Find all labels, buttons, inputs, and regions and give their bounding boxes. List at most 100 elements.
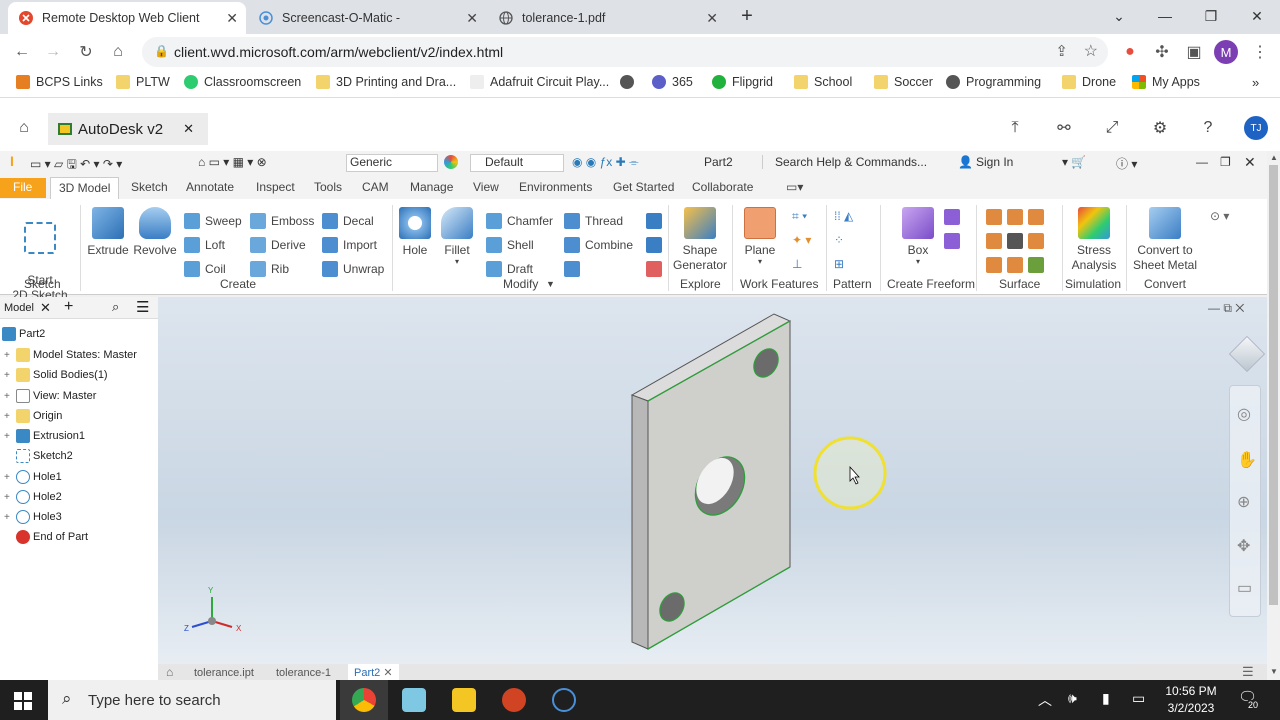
expand-icon[interactable]: +: [4, 512, 14, 523]
orbit-icon[interactable]: ✥: [1237, 536, 1250, 556]
revolve-button[interactable]: Revolve: [132, 207, 178, 257]
expand-icon[interactable]: +: [4, 391, 14, 402]
unwrap-button[interactable]: Unwrap: [322, 261, 384, 277]
tab-sketch[interactable]: Sketch: [131, 180, 168, 194]
tree-item-hole3[interactable]: + Hole3: [0, 510, 62, 524]
tab-tolerance-pdf[interactable]: tolerance-1.pdf ✕: [488, 2, 726, 34]
inv-minimize-icon[interactable]: —: [1196, 155, 1208, 169]
bookmark-bcps-links[interactable]: BCPS Links: [16, 75, 103, 89]
expand-icon[interactable]: +: [4, 492, 14, 503]
zoom-icon[interactable]: ⊕: [1237, 492, 1250, 512]
circular-pattern-button[interactable]: ⁘: [834, 233, 844, 247]
share-icon[interactable]: ⇪: [1055, 42, 1068, 60]
tree-item-hole2[interactable]: + Hole2: [0, 490, 62, 504]
loft-button[interactable]: Loft: [184, 237, 225, 253]
tab-search-icon[interactable]: ⌄: [1096, 0, 1142, 32]
bookmark-programming[interactable]: Programming: [946, 75, 1041, 89]
freeform-convert-button[interactable]: [944, 233, 965, 249]
tree-item-model-states[interactable]: + Model States: Master: [0, 348, 137, 362]
vertical-scrollbar[interactable]: ▲ ▼: [1267, 151, 1280, 680]
chamfer-button[interactable]: Chamfer: [486, 213, 553, 229]
replace-face-button[interactable]: [646, 237, 667, 253]
tab-remote-desktop[interactable]: Remote Desktop Web Client ✕: [8, 2, 246, 34]
address-bar[interactable]: 🔒 client.wvd.microsoft.com/arm/webclient…: [142, 37, 1108, 67]
extrude-button[interactable]: Extrude: [86, 207, 130, 257]
point-button[interactable]: ✦ ▾: [792, 233, 811, 247]
file-explorer-icon[interactable]: [452, 688, 476, 712]
rectangular-pattern-button[interactable]: ⁞⁞ ◭: [834, 209, 853, 223]
expand-icon[interactable]: +: [4, 370, 14, 381]
quick-access-icons[interactable]: ▭ ▾ ▱ 🖫 ↶ ▾ ↷ ▾: [30, 155, 122, 176]
tree-item-solid-bodies[interactable]: + Solid Bodies(1): [0, 368, 108, 382]
tree-item-extrusion1[interactable]: + Extrusion1: [0, 429, 85, 443]
tabs-menu-icon[interactable]: ☰: [1242, 664, 1254, 680]
doc-tab-tolerance-1[interactable]: tolerance-1: [276, 667, 331, 679]
tab-annotate[interactable]: Annotate: [186, 180, 234, 194]
expand-icon[interactable]: +: [4, 472, 14, 483]
profile-avatar[interactable]: M: [1214, 40, 1238, 64]
steering-wheel-icon[interactable]: ◎: [1237, 404, 1251, 424]
graphics-viewport[interactable]: Y Z X — ⧉ ✕ ◎ ✋ ⊕ ✥ ▭: [158, 297, 1267, 664]
tree-item-part2[interactable]: Part2: [0, 327, 45, 341]
color-wheel-icon[interactable]: [444, 155, 458, 169]
split-button[interactable]: [564, 261, 585, 277]
minimize-icon[interactable]: —: [1142, 0, 1188, 32]
thread-button[interactable]: Thread: [564, 213, 623, 229]
inv-restore-icon[interactable]: ❐: [1220, 155, 1231, 169]
bookmark-drone[interactable]: Drone: [1062, 75, 1116, 89]
extensions-icon[interactable]: ✣: [1150, 40, 1174, 64]
usb-icon[interactable]: ▮: [1102, 690, 1110, 707]
surface-tools-row1[interactable]: [986, 209, 1049, 225]
import-button[interactable]: Import: [322, 237, 377, 253]
bookmark-365[interactable]: 365: [652, 75, 693, 89]
axis-button[interactable]: ⌗ ▾: [792, 209, 807, 224]
convert-sheet-metal-button[interactable]: Convert to Sheet Metal: [1132, 207, 1198, 273]
tab-file[interactable]: File: [0, 178, 46, 198]
taskbar-clock[interactable]: 10:56 PM 3/2/2023: [1160, 683, 1222, 717]
home-icon[interactable]: ⌂: [106, 40, 130, 64]
tree-item-view[interactable]: + View: Master: [0, 389, 96, 403]
bookmark-star-icon[interactable]: ☆: [1084, 41, 1098, 61]
browser-menu-icon[interactable]: ☰: [136, 298, 149, 316]
fillet-button[interactable]: Fillet ▾: [438, 207, 476, 266]
side-panel-icon[interactable]: ▣: [1182, 40, 1206, 64]
user-icon[interactable]: 👤: [958, 155, 973, 169]
tab-view[interactable]: View: [473, 180, 499, 194]
home-icon[interactable]: ⌂: [13, 117, 35, 139]
scroll-up-icon[interactable]: ▲: [1270, 153, 1278, 162]
tree-item-sketch2[interactable]: Sketch2: [0, 449, 73, 463]
powerpoint-icon[interactable]: [502, 688, 526, 712]
stress-analysis-button[interactable]: Stress Analysis: [1068, 207, 1120, 273]
sign-in-link[interactable]: Sign In: [976, 155, 1013, 169]
disconnect-icon[interactable]: ⚯: [1053, 117, 1075, 139]
box-button[interactable]: Box ▾: [898, 207, 938, 266]
ribbon-settings-icon[interactable]: ⊙ ▾: [1210, 209, 1229, 223]
help-search-input[interactable]: Search Help & Commands...: [762, 155, 952, 169]
session-tab[interactable]: AutoDesk v2 ✕: [48, 113, 208, 145]
viewport-window-controls[interactable]: — ⧉ ✕: [1208, 301, 1244, 316]
tab-cam[interactable]: CAM: [362, 180, 389, 194]
browser-close-icon[interactable]: ✕: [40, 300, 51, 316]
combine-button[interactable]: Combine: [564, 237, 633, 253]
ribbon-options-icon[interactable]: ▭▾: [786, 180, 803, 194]
tab-get-started[interactable]: Get Started: [613, 180, 674, 194]
inv-close-icon[interactable]: ✕: [1244, 154, 1256, 171]
surface-tools-row3[interactable]: [986, 257, 1049, 273]
scroll-down-icon[interactable]: ▼: [1270, 667, 1278, 676]
tray-overflow-icon[interactable]: ︿: [1038, 690, 1052, 710]
pan-hand-icon[interactable]: ✋: [1237, 450, 1257, 470]
material-select[interactable]: Default: [470, 154, 564, 172]
back-icon[interactable]: ←: [10, 40, 34, 64]
bookmark-my-apps[interactable]: My Apps: [1132, 75, 1200, 89]
more-bookmarks-icon[interactable]: »: [1252, 75, 1259, 90]
expand-icon[interactable]: +: [4, 431, 14, 442]
close-doc-tab-icon[interactable]: ✕: [383, 667, 392, 679]
bookmark-3d-printing[interactable]: 3D Printing and Dra...: [316, 75, 456, 89]
tab-tools[interactable]: Tools: [314, 180, 342, 194]
ucs-button[interactable]: ⊥: [792, 257, 802, 271]
forward-icon[interactable]: →: [41, 40, 65, 64]
bookmark-flipgrid[interactable]: Flipgrid: [712, 75, 773, 89]
tab-collaborate[interactable]: Collaborate: [692, 180, 753, 194]
close-session-icon[interactable]: ✕: [183, 121, 194, 137]
derive-button[interactable]: Derive: [250, 237, 306, 253]
